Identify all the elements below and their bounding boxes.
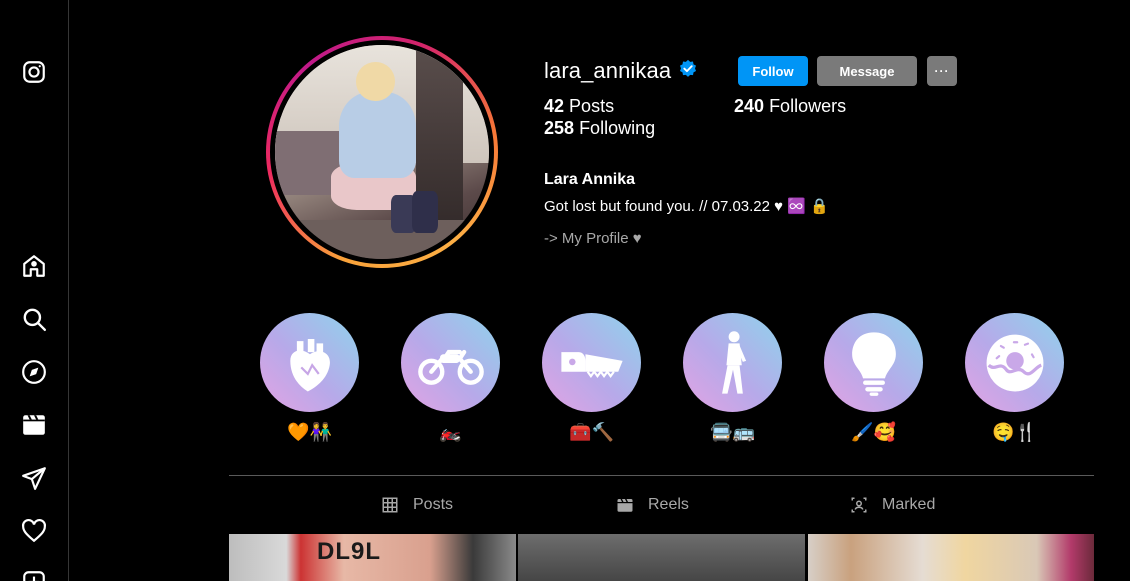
post-thumbnail-2[interactable] — [518, 534, 805, 581]
following-stat[interactable]: 258 Following — [544, 118, 655, 139]
story-highlight-1[interactable]: 🧡👫 — [260, 313, 359, 444]
post-thumbnail-1[interactable]: DL9L — [229, 534, 516, 581]
posts-stat: 42 Posts — [544, 96, 615, 116]
highlight-label: 🤤🍴 — [992, 422, 1037, 442]
highlight-label: 🏍️ — [439, 422, 462, 442]
home-icon[interactable] — [20, 252, 48, 280]
profile-link[interactable]: -> My Profile ♥ — [544, 230, 642, 247]
highlight-label: 🚍🚌 — [710, 422, 755, 442]
create-post-icon[interactable] — [20, 568, 48, 581]
saw-icon — [560, 351, 623, 378]
highlight-label: 🖌️🥰 — [851, 422, 896, 442]
tab-marked-label: Marked — [882, 496, 936, 513]
grid-icon — [382, 497, 398, 513]
post-thumbnail-text: DL9L — [317, 538, 381, 565]
profile-bio: Got lost but found you. // 07.03.22 ♥ ♾️… — [544, 198, 829, 215]
reels-icon[interactable] — [20, 411, 48, 439]
more-options-button[interactable]: ··· — [927, 56, 957, 86]
followers-stat[interactable]: 240 Followers — [734, 96, 846, 117]
tabs-divider — [229, 475, 1094, 476]
clapperboard-icon — [617, 499, 633, 512]
highlight-label: 🧡👫 — [287, 422, 332, 442]
message-button[interactable]: Message — [817, 56, 917, 86]
instagram-logo-icon[interactable] — [20, 58, 48, 86]
profile-avatar[interactable] — [266, 36, 498, 268]
story-highlight-3[interactable]: 🧰🔨 — [542, 313, 641, 444]
tab-reels-label: Reels — [648, 496, 689, 513]
story-highlight-6[interactable]: 🤤🍴 — [965, 313, 1064, 444]
profile-full-name: Lara Annika — [544, 171, 635, 188]
lightbulb-icon — [851, 331, 896, 396]
tab-posts-label: Posts — [413, 496, 454, 513]
post-thumbnail-3[interactable] — [808, 534, 1094, 581]
donut-icon — [986, 334, 1043, 391]
explore-compass-icon[interactable] — [20, 358, 48, 386]
sidebar — [0, 0, 69, 581]
direct-messages-icon[interactable] — [20, 464, 48, 492]
follow-button[interactable]: Follow — [738, 56, 808, 86]
highlight-label: 🧰🔨 — [569, 422, 614, 442]
notifications-heart-icon[interactable] — [20, 517, 48, 545]
story-highlight-4[interactable]: 🚍🚌 — [683, 313, 782, 444]
tagged-people-icon — [851, 497, 867, 513]
profile-username: lara_annikaa — [544, 58, 672, 83]
heart-organ-icon — [289, 338, 330, 391]
tab-posts[interactable]: Posts — [381, 495, 453, 515]
walking-woman-icon — [721, 330, 746, 394]
tab-reels[interactable]: Reels — [616, 495, 689, 515]
motorcycle-icon — [417, 349, 484, 385]
verified-badge-icon — [680, 59, 696, 77]
story-highlight-5[interactable]: 🖌️🥰 — [824, 313, 923, 444]
tab-marked[interactable]: Marked — [850, 495, 935, 515]
search-icon[interactable] — [20, 305, 48, 333]
story-highlight-2[interactable]: 🏍️ — [401, 313, 500, 444]
avatar-photo — [275, 45, 489, 259]
